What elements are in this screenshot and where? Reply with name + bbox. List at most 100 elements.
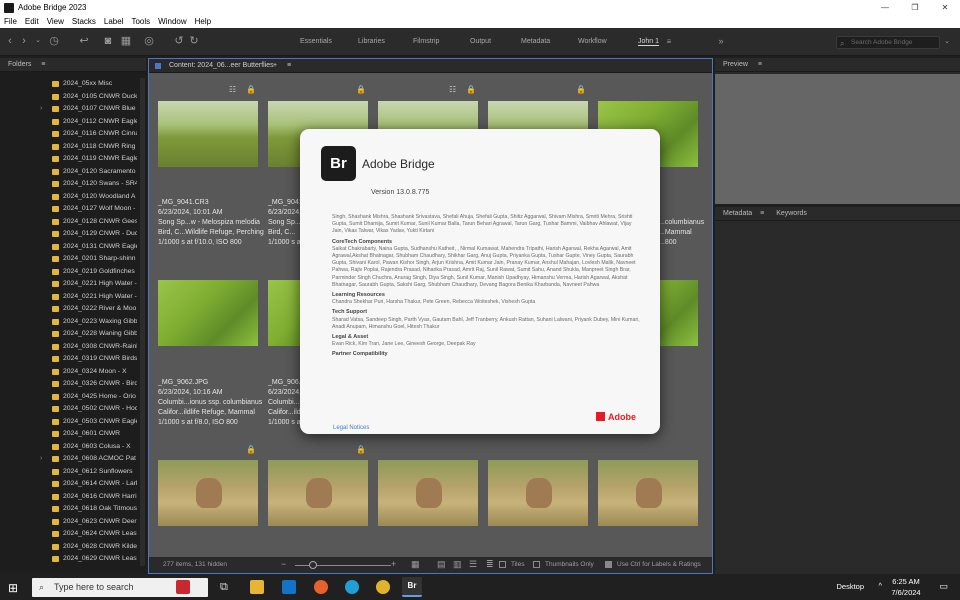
open-in-camera-raw-icon[interactable]: ◎ <box>143 35 155 47</box>
bridge-taskbar-icon[interactable]: Br <box>402 577 422 597</box>
folder-item[interactable]: 2024_0119 CNWR Eagle <box>0 153 146 166</box>
folder-item[interactable]: 2024_0120 Sacramento <box>0 166 146 179</box>
menu-window[interactable]: Window <box>158 17 186 26</box>
chevron-down-icon[interactable]: ⌄ <box>32 35 44 47</box>
folder-item[interactable]: 2024_0112 CNWR Eagle <box>0 116 146 129</box>
panel-menu-icon[interactable]: ≡ <box>760 210 764 217</box>
thumbnail-image[interactable] <box>158 460 258 526</box>
folder-item[interactable]: 2024_0503 CNWR Eagle <box>0 416 146 429</box>
list-view-alt-icon[interactable]: ≣ <box>486 559 494 570</box>
thumbnails-only-checkbox[interactable] <box>533 561 540 568</box>
folder-item[interactable]: 2024_0222 River & Moo <box>0 303 146 316</box>
details-view-icon[interactable]: ▥ <box>453 559 462 570</box>
tab-filmstrip[interactable]: Filmstrip <box>413 38 439 45</box>
outlook-icon[interactable] <box>282 580 296 594</box>
folder-item[interactable]: 2024_0221 High Water - <box>0 291 146 304</box>
menu-tools[interactable]: Tools <box>131 17 150 26</box>
panel-menu-icon[interactable]: ≡ <box>758 61 762 68</box>
chrome-icon[interactable] <box>376 580 390 594</box>
folder-item[interactable]: 2024_05xx Misc <box>0 78 146 91</box>
add-icon[interactable]: + <box>273 59 277 73</box>
folder-item[interactable]: 2024_0120 Woodland A <box>0 191 146 204</box>
thumbnail-view-icon[interactable]: ▤ <box>437 559 446 570</box>
legal-notices-link[interactable]: Legal Notices <box>333 425 369 431</box>
folder-item[interactable]: 2024_0616 CNWR Harri <box>0 491 146 504</box>
folder-item[interactable]: 2024_0629 CNWR Least <box>0 553 146 566</box>
clock-time[interactable]: 6:25 AM <box>886 577 926 586</box>
folder-item[interactable]: 2024_0105 CNWR Ducks <box>0 91 146 104</box>
preview-tab[interactable]: Preview <box>723 61 748 68</box>
folder-item[interactable]: 2024_0319 CNWR Birds <box>0 353 146 366</box>
ctrl-labels-checkbox[interactable] <box>605 561 612 568</box>
folder-scrollbar[interactable] <box>140 78 145 566</box>
folder-item[interactable]: 2024_0127 Wolf Moon - <box>0 203 146 216</box>
folder-item[interactable]: 2024_0502 CNWR - Hoc <box>0 403 146 416</box>
thumbnail-image[interactable] <box>268 460 368 526</box>
close-button[interactable]: ✕ <box>930 0 960 15</box>
more-workspaces-icon[interactable]: » <box>715 35 727 47</box>
rotate-left-icon[interactable]: ↺ <box>173 35 185 47</box>
folder-item[interactable]: 2024_0201 Sharp-shinn <box>0 253 146 266</box>
menu-help[interactable]: Help <box>195 17 211 26</box>
folder-item[interactable]: 2024_0223 Waxing Gibb <box>0 316 146 329</box>
folder-item[interactable]: 2024_0324 Moon - X <box>0 366 146 379</box>
menu-stacks[interactable]: Stacks <box>72 17 96 26</box>
folder-item[interactable]: 2024_0118 CNWR Ring N <box>0 141 146 154</box>
clock-date[interactable]: 7/6/2024 <box>886 588 926 597</box>
thumbnail-image[interactable] <box>598 460 698 526</box>
zoom-in-icon[interactable]: + <box>391 559 396 569</box>
folders-tab[interactable]: Folders <box>8 61 31 68</box>
folder-item[interactable]: 2024_0425 Home - Orio <box>0 391 146 404</box>
folder-item[interactable]: 2024_0129 CNWR - Duc <box>0 228 146 241</box>
tab-libraries[interactable]: Libraries <box>358 38 385 45</box>
menu-file[interactable]: File <box>4 17 17 26</box>
thumbnail-image[interactable] <box>378 460 478 526</box>
tab-keywords[interactable]: Keywords <box>776 210 807 217</box>
rotate-right-icon[interactable]: ↻ <box>188 35 200 47</box>
tab-output[interactable]: Output <box>470 38 491 45</box>
list-view-icon[interactable]: ☰ <box>469 559 477 570</box>
folder-item[interactable]: 2024_0131 CNWR Eagle <box>0 241 146 254</box>
search-input[interactable]: ⌕ Search Adobe Bridge <box>836 36 940 49</box>
folder-item[interactable]: 2024_0624 CNWR Least <box>0 528 146 541</box>
folder-item[interactable]: 2024_0308 CNWR-Rainb <box>0 341 146 354</box>
folder-item[interactable]: 2024_0228 Waning Gibb <box>0 328 146 341</box>
thumbnail-image[interactable] <box>158 280 258 346</box>
menu-label[interactable]: Label <box>104 17 124 26</box>
back-icon[interactable]: ‹ <box>4 35 16 47</box>
duckduckgo-icon[interactable] <box>314 580 328 594</box>
folder-item[interactable]: 2024_0116 CNWR Cinna <box>0 128 146 141</box>
desktop-label[interactable]: Desktop <box>836 582 864 591</box>
minimize-button[interactable]: — <box>870 0 900 15</box>
folder-item[interactable]: 2024_0601 CNWR <box>0 428 146 441</box>
windows-start-icon[interactable]: ⊞ <box>8 581 18 595</box>
tiles-checkbox[interactable] <box>499 561 506 568</box>
folder-item[interactable]: 2024_0614 CNWR - Lark <box>0 478 146 491</box>
tab-essentials[interactable]: Essentials <box>300 38 332 45</box>
edge-icon[interactable] <box>345 580 359 594</box>
notifications-icon[interactable]: ▭ <box>939 581 948 592</box>
folder-item[interactable]: 2024_0612 Sunflowers <box>0 466 146 479</box>
grid-lock-icon[interactable]: ▦ <box>411 559 420 570</box>
file-explorer-icon[interactable] <box>250 580 264 594</box>
expand-arrow-icon[interactable]: › <box>40 103 42 116</box>
folder-item[interactable]: 2024_0603 Colusa - X <box>0 441 146 454</box>
folder-item[interactable]: 2024_0618 Oak Titmous <box>0 503 146 516</box>
folder-item[interactable]: › 2024_0107 CNWR Blue W <box>0 103 146 116</box>
search-dropdown-icon[interactable]: ⌄ <box>941 36 953 48</box>
thumbnail-image[interactable] <box>158 101 258 167</box>
recent-icon[interactable]: ◷ <box>48 35 60 47</box>
tab-workflow[interactable]: Workflow <box>578 38 607 45</box>
boomerang-icon[interactable]: ↩ <box>78 35 90 47</box>
chevron-up-icon[interactable]: ^ <box>878 581 882 590</box>
tab-john-1[interactable]: John 1 <box>638 38 660 46</box>
panel-menu-icon[interactable]: ≡ <box>41 61 45 68</box>
folder-item[interactable]: 2024_0120 Swans - SR45 <box>0 178 146 191</box>
folder-item[interactable]: 2024_0628 CNWR Kildee <box>0 541 146 554</box>
thumbnail-image[interactable] <box>488 460 588 526</box>
menu-view[interactable]: View <box>47 17 64 26</box>
slider-handle[interactable] <box>309 561 317 569</box>
menu-edit[interactable]: Edit <box>25 17 39 26</box>
expand-arrow-icon[interactable]: › <box>40 453 42 466</box>
folder-item[interactable]: › 2024_0608 ACMOC Pat <box>0 453 146 466</box>
